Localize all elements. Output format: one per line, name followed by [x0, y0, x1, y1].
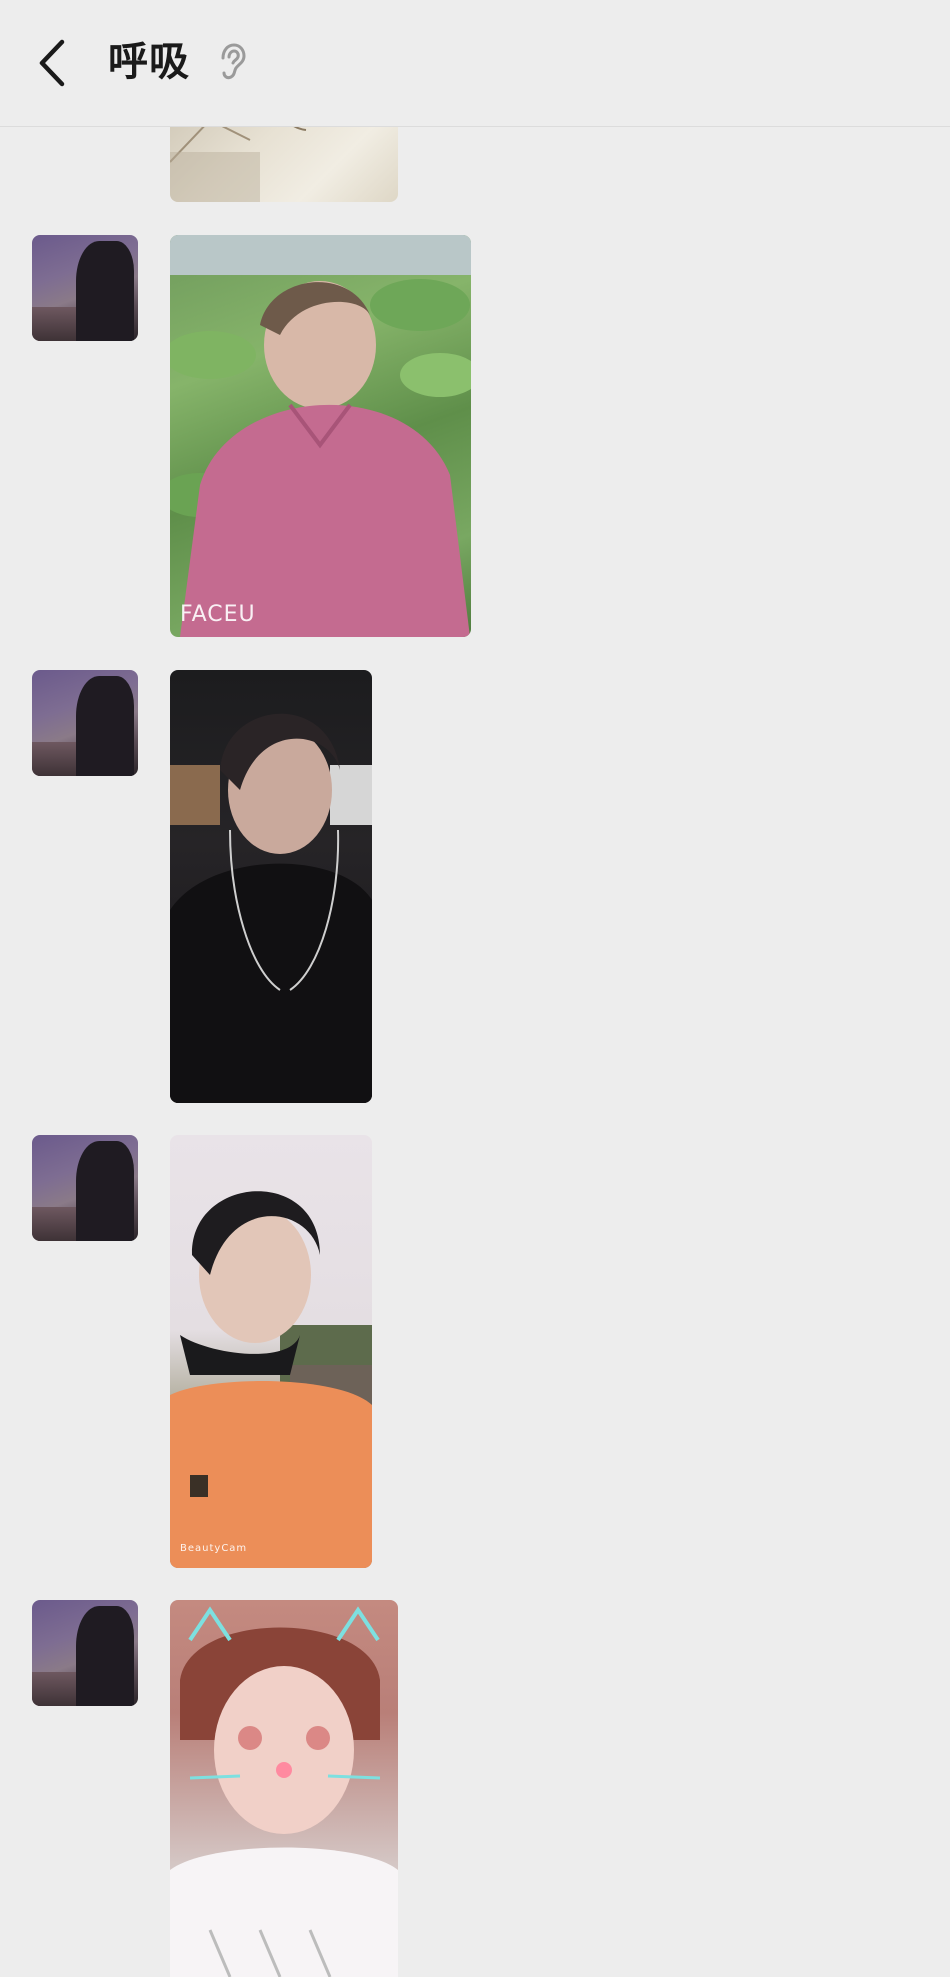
avatar[interactable] — [32, 235, 138, 341]
chat-image[interactable]: BeautyCam — [170, 1135, 372, 1568]
avatar[interactable] — [32, 670, 138, 776]
chat-header: 呼吸 — [0, 0, 950, 127]
image-watermark: BeautyCam — [180, 1543, 248, 1554]
chevron-left-icon — [39, 39, 65, 87]
message-row: BeautyCam — [0, 1135, 950, 1568]
back-button[interactable] — [28, 34, 78, 92]
message-row — [0, 1600, 950, 1977]
avatar[interactable] — [32, 1600, 138, 1706]
chat-image[interactable] — [170, 1600, 398, 1977]
chat-title[interactable]: 呼吸 — [108, 36, 190, 88]
image-watermark: FACEU — [180, 602, 256, 627]
message-row: FACEU — [0, 235, 950, 637]
chat-image[interactable] — [170, 670, 372, 1103]
ear-icon[interactable] — [214, 42, 248, 82]
message-row — [0, 670, 950, 1103]
chat-image[interactable]: FACEU — [170, 235, 471, 637]
avatar[interactable] — [32, 1135, 138, 1241]
chat-page: 呼吸 FACEU BeautyCam — [0, 0, 950, 1977]
